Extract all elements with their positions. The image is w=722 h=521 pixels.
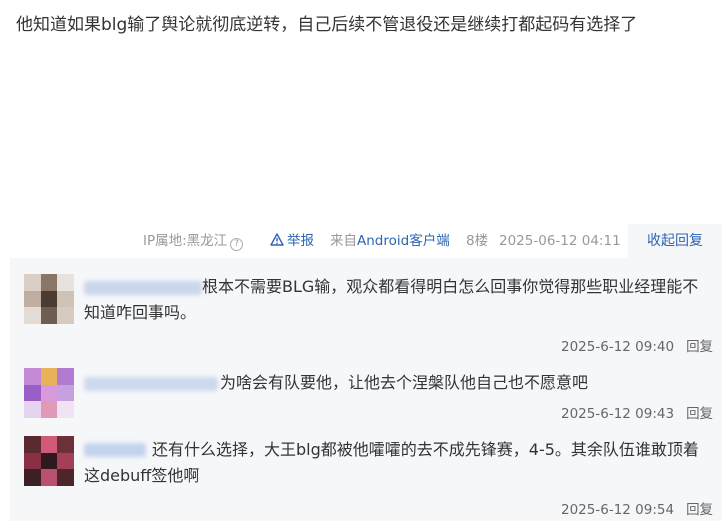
client-source: 来自Android客户端 — [330, 233, 450, 249]
ip-location: IP属地:黑龙江? — [143, 233, 244, 251]
reply-time: 2025-6-12 09:54 — [561, 502, 675, 518]
report-label: 举报 — [287, 233, 314, 249]
reply-button[interactable]: 回复 — [686, 502, 713, 518]
reply-content: 还有什么选择，大王blg都被他嚯嚯的去不成先锋赛，4-5。其余队伍谁敢顶着这de… — [84, 440, 699, 485]
post-content: 他知道如果blg输了舆论就彻底逆转，自己后续不管退役还是继续打都起码有选择了 — [16, 15, 638, 35]
reply-time: 2025-6-12 09:40 — [561, 339, 675, 355]
avatar[interactable] — [24, 274, 74, 324]
reply-content: 为啥会有队要他，让他去个涅槃队他自己也不愿意吧 — [220, 373, 589, 392]
reply-content: 根本不需要BLG输，观众都看得明白怎么回事你觉得那些职业经理能不知道咋回事吗。 — [84, 277, 699, 322]
reply-meta: 2025-6-12 09:54 回复 — [561, 498, 713, 518]
avatar[interactable] — [24, 436, 74, 486]
reply-meta: 2025-6-12 09:40 回复 — [561, 335, 713, 355]
post-timestamp: 2025-06-12 04:11 — [499, 233, 621, 249]
avatar[interactable] — [24, 368, 74, 418]
question-circle-icon[interactable]: ? — [230, 238, 244, 251]
warning-triangle-icon — [270, 233, 284, 246]
reply-meta: 2025-6-12 09:43 回复 — [561, 402, 713, 422]
report-button[interactable]: 举报 — [270, 233, 314, 249]
post-meta-bar: IP属地:黑龙江? 举报 来自Android客户端 8楼 2025-06-12 … — [0, 224, 722, 258]
reply-list: 根本不需要BLG输，观众都看得明白怎么回事你觉得那些职业经理能不知道咋回事吗。 … — [10, 258, 722, 521]
post-floor: 他知道如果blg输了舆论就彻底逆转，自己后续不管退役还是继续打都起码有选择了 I… — [0, 0, 722, 521]
reply-button[interactable]: 回复 — [686, 339, 713, 355]
floor-number: 8楼 — [466, 233, 489, 249]
reply-button[interactable]: 回复 — [686, 406, 713, 422]
android-client-link[interactable]: Android客户端 — [357, 233, 450, 249]
collapse-replies-button[interactable]: 收起回复 — [628, 224, 722, 258]
reply-time: 2025-6-12 09:43 — [561, 406, 675, 422]
